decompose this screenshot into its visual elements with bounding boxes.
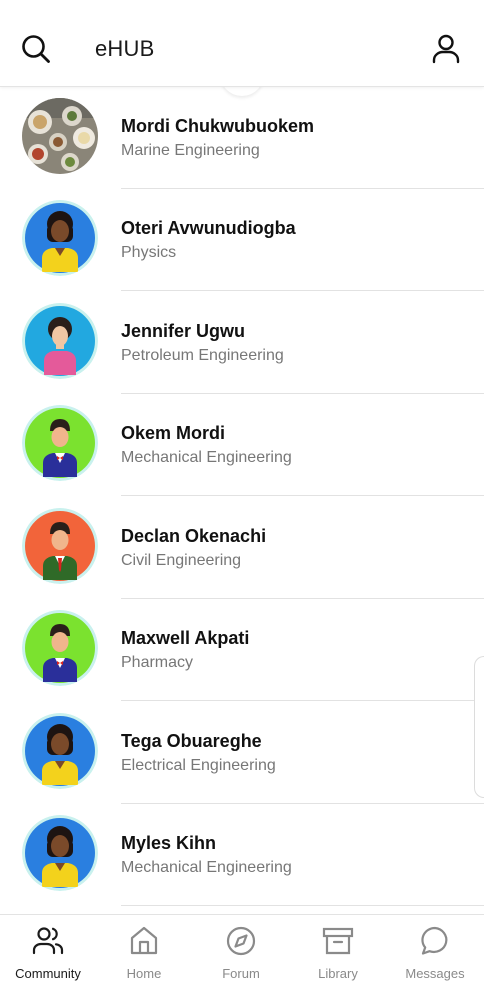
profile-button[interactable] <box>430 33 462 65</box>
avatar <box>22 98 98 174</box>
divider <box>121 700 484 701</box>
food-photo-avatar <box>22 98 98 174</box>
home-icon <box>130 926 158 955</box>
bottom-nav: Community Home Forum Library Messages <box>0 914 484 983</box>
member-name: Tega Obuareghe <box>121 731 262 751</box>
member-name: Oteri Avwunudiogba <box>121 218 296 238</box>
users-icon <box>32 927 64 955</box>
avatar <box>22 610 98 686</box>
member-department: Physics <box>121 244 177 261</box>
member-name: Declan Okenachi <box>121 526 267 546</box>
avatar <box>22 200 98 276</box>
divider <box>121 905 484 906</box>
nav-label: Home <box>126 966 162 981</box>
member-name: Jennifer Ugwu <box>121 321 246 341</box>
list-item[interactable]: Okem Mordi Mechanical Engineering <box>0 394 484 496</box>
list-item[interactable]: Oteri Avwunudiogba Physics <box>0 189 484 291</box>
male-avatar-icon <box>22 405 98 481</box>
user-icon <box>432 34 460 64</box>
nav-community[interactable]: Community <box>0 915 96 983</box>
nav-label: Community <box>15 966 81 981</box>
search-button[interactable] <box>20 33 52 65</box>
female-avatar-icon <box>22 815 98 891</box>
nav-messages[interactable]: Messages <box>387 915 483 983</box>
nav-library[interactable]: Library <box>290 915 386 983</box>
member-name: Maxwell Akpati <box>121 628 250 648</box>
member-department: Civil Engineering <box>121 552 242 569</box>
compass-icon <box>226 926 256 956</box>
member-list: Mordi Chukwubuokem Marine Engineering Ot… <box>0 87 484 913</box>
avatar <box>22 713 98 789</box>
divider <box>121 495 484 496</box>
member-name: Myles Kihn <box>121 833 217 853</box>
member-name: Mordi Chukwubuokem <box>121 116 314 136</box>
avatar <box>22 303 98 379</box>
member-department: Pharmacy <box>121 654 194 671</box>
list-item[interactable]: Tega Obuareghe Electrical Engineering <box>0 702 484 804</box>
chat-bubble-icon <box>421 926 448 955</box>
male-avatar-icon <box>22 508 98 584</box>
member-department: Electrical Engineering <box>121 757 276 774</box>
nav-label: Library <box>318 966 358 981</box>
list-item[interactable]: Mordi Chukwubuokem Marine Engineering <box>0 87 484 189</box>
divider <box>121 290 484 291</box>
member-department: Mechanical Engineering <box>121 449 292 466</box>
member-department: Mechanical Engineering <box>121 859 292 876</box>
female-avatar-icon <box>22 303 98 379</box>
app-bar: eHUB <box>0 0 484 87</box>
list-item[interactable]: Maxwell Akpati Pharmacy <box>0 599 484 701</box>
avatar <box>22 508 98 584</box>
nav-label: Messages <box>405 966 465 981</box>
archive-icon <box>322 927 354 955</box>
list-item[interactable]: Myles Kihn Mechanical Engineering <box>0 804 484 906</box>
nav-home[interactable]: Home <box>96 915 192 983</box>
app-title: eHUB <box>95 36 155 61</box>
female-avatar-icon <box>22 200 98 276</box>
avatar <box>22 815 98 891</box>
side-drawer-handle[interactable] <box>474 656 484 798</box>
list-item[interactable]: Declan Okenachi Civil Engineering <box>0 497 484 599</box>
avatar <box>22 405 98 481</box>
member-department: Petroleum Engineering <box>121 347 284 364</box>
member-name: Okem Mordi <box>121 423 226 443</box>
list-item[interactable]: Jennifer Ugwu Petroleum Engineering <box>0 292 484 394</box>
search-icon <box>22 35 50 63</box>
member-department: Marine Engineering <box>121 142 260 159</box>
nav-label: Forum <box>222 966 260 981</box>
nav-forum[interactable]: Forum <box>193 915 289 983</box>
male-avatar-icon <box>22 610 98 686</box>
female-avatar-icon <box>22 713 98 789</box>
